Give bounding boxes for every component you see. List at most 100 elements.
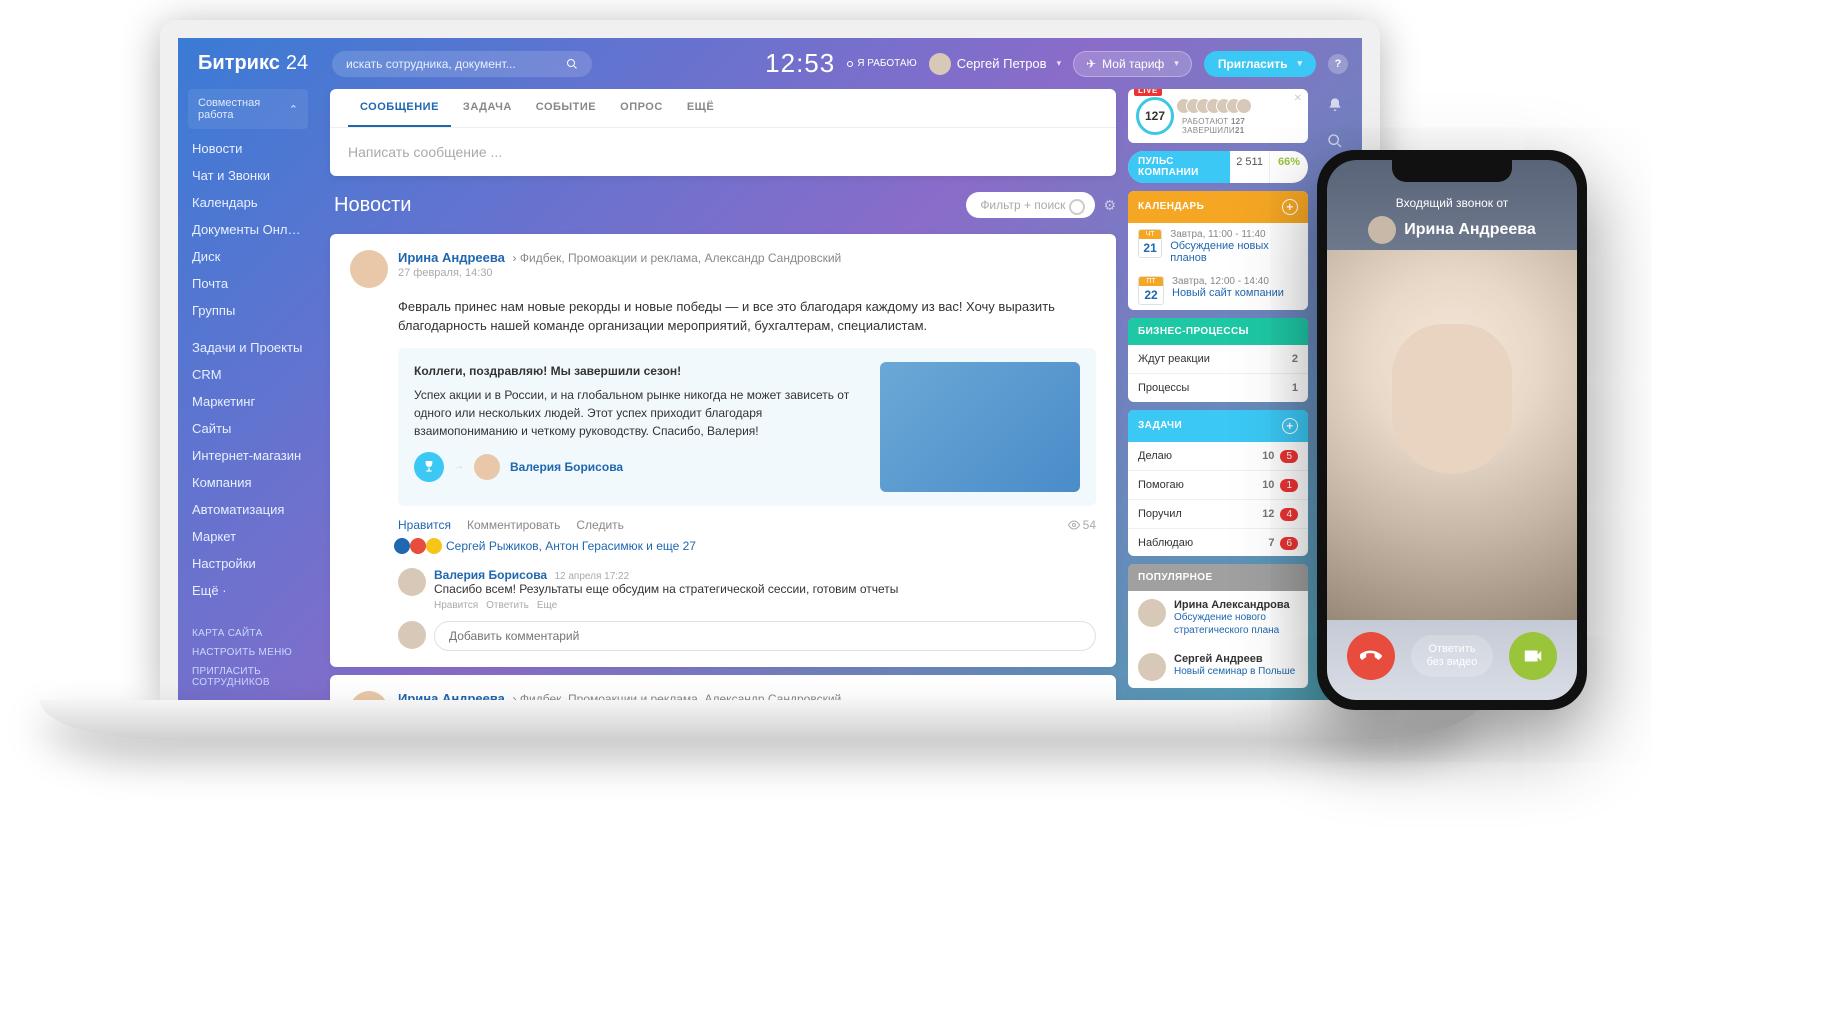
- sidebar-item[interactable]: Ещё ·: [178, 577, 318, 604]
- filter-input[interactable]: Фильтр + поиск: [966, 192, 1095, 218]
- sidebar-group-header[interactable]: Совместная работа ⌃: [188, 89, 308, 129]
- logo-suffix: 24: [286, 52, 308, 75]
- widget-title: КАЛЕНДАРЬ: [1138, 201, 1204, 212]
- rocket-icon: ✈: [1086, 57, 1096, 71]
- bp-widget: БИЗНЕС-ПРОЦЕССЫ Ждут реакции2Процессы1: [1128, 318, 1308, 402]
- attachment-text: Успех акции и в России, и на глобальном …: [414, 386, 864, 440]
- sidebar-item[interactable]: Новости: [178, 135, 318, 162]
- compose-tab[interactable]: ЗАДАЧА: [451, 89, 524, 127]
- answer-no-video-button[interactable]: Ответить без видео: [1411, 635, 1494, 677]
- bell-icon[interactable]: [1325, 95, 1345, 115]
- like-button[interactable]: Нравится: [398, 518, 451, 532]
- answer-video-button[interactable]: [1509, 632, 1557, 680]
- bp-row[interactable]: Ждут реакции2: [1128, 345, 1308, 374]
- sidebar-item[interactable]: Маркет: [178, 523, 318, 550]
- topbar: искать сотрудника, документ... 12:53 Я Р…: [318, 38, 1362, 89]
- close-icon[interactable]: ✕: [1294, 93, 1302, 104]
- avatar: [1236, 98, 1252, 114]
- trophy-icon: [414, 452, 444, 482]
- gear-icon[interactable]: ⚙: [1103, 197, 1116, 214]
- comment-text: Спасибо всем! Результаты еще обсудим на …: [434, 582, 1096, 596]
- decline-button[interactable]: [1347, 632, 1395, 680]
- comment-date: 12 апреля 17:22: [554, 571, 629, 582]
- comment-author[interactable]: Валерия Борисова: [434, 568, 547, 582]
- task-row[interactable]: Поручил124: [1128, 500, 1308, 529]
- reactions-bar[interactable]: Сергей Рыжиков, Антон Герасимюк и еще 27: [398, 538, 1096, 554]
- comment-reply[interactable]: Ответить: [486, 600, 529, 611]
- sidebar-item[interactable]: CRM: [178, 361, 318, 388]
- sidebar-item[interactable]: Документы Онлайн: [178, 216, 318, 243]
- bp-row[interactable]: Процессы1: [1128, 374, 1308, 402]
- compose-tab[interactable]: ЕЩЁ: [675, 89, 726, 127]
- chevron-down-icon: ▾: [1174, 58, 1179, 69]
- sidebar-item[interactable]: Автоматизация: [178, 496, 318, 523]
- feed-post: Ирина Андреева › Фидбек, Промоакции и ре…: [330, 675, 1116, 700]
- sidebar-item[interactable]: Настройки: [178, 550, 318, 577]
- task-row[interactable]: Делаю105: [1128, 442, 1308, 471]
- pulse-widget[interactable]: ПУЛЬС КОМПАНИИ 2 511 66%: [1128, 151, 1308, 183]
- comment-button[interactable]: Комментировать: [467, 518, 560, 532]
- follow-button[interactable]: Следить: [576, 518, 624, 532]
- avatar[interactable]: [398, 568, 426, 596]
- popular-item[interactable]: Ирина АлександроваОбсуждение нового стра…: [1128, 591, 1308, 645]
- post-categories[interactable]: › Фидбек, Промоакции и реклама, Александ…: [513, 251, 842, 265]
- avatar[interactable]: [474, 454, 500, 480]
- post-author[interactable]: Ирина Андреева: [398, 250, 505, 265]
- task-row[interactable]: Наблюдаю76: [1128, 529, 1308, 556]
- tariff-button[interactable]: ✈ Мой тариф ▾: [1073, 51, 1192, 77]
- comment-like[interactable]: Нравится: [434, 600, 478, 611]
- sidebar-item[interactable]: Компания: [178, 469, 318, 496]
- sidebar: Битрикс 24 Совместная работа ⌃ НовостиЧа…: [178, 38, 318, 700]
- badge-recipient[interactable]: Валерия Борисова: [510, 458, 623, 476]
- live-badge: LIVE: [1134, 89, 1162, 96]
- incoming-label: Входящий звонок от: [1337, 196, 1567, 210]
- post-text: Февраль принес нам новые рекорды и новые…: [398, 298, 1096, 336]
- help-icon[interactable]: ?: [1328, 54, 1348, 74]
- add-comment-input[interactable]: [434, 621, 1096, 651]
- post-categories[interactable]: › Фидбек, Промоакции и реклама, Александ…: [513, 692, 842, 700]
- feed-post: Ирина Андреева › Фидбек, Промоакции и ре…: [330, 234, 1116, 667]
- sidebar-item[interactable]: Маркетинг: [178, 388, 318, 415]
- add-icon[interactable]: +: [1282, 199, 1298, 215]
- compose-tab[interactable]: ОПРОС: [608, 89, 675, 127]
- sidebar-item[interactable]: Интернет-магазин: [178, 442, 318, 469]
- compose-tab[interactable]: СООБЩЕНИЕ: [348, 89, 451, 127]
- avatar[interactable]: [350, 250, 388, 288]
- reactions-text[interactable]: Сергей Рыжиков, Антон Герасимюк и еще 27: [446, 539, 696, 553]
- post-author[interactable]: Ирина Андреева: [398, 691, 505, 700]
- calendar-widget: КАЛЕНДАРЬ + ЧТ21Завтра, 11:00 - 11:40Обс…: [1128, 191, 1308, 310]
- invite-button[interactable]: Пригласить ▾: [1204, 51, 1316, 77]
- sidebar-item[interactable]: Группы: [178, 297, 318, 324]
- popular-item[interactable]: Сергей АндреевНовый семинар в Польше: [1128, 645, 1308, 688]
- sidebar-item[interactable]: Сайты: [178, 415, 318, 442]
- tasks-widget: ЗАДАЧИ + Делаю105Помогаю101Поручил124Наб…: [1128, 410, 1308, 556]
- sidebar-item[interactable]: Задачи и Проекты: [178, 334, 318, 361]
- current-user[interactable]: Сергей Петров ▾: [929, 53, 1061, 75]
- sidebar-item[interactable]: Диск: [178, 243, 318, 270]
- chevron-up-icon: ⌃: [289, 103, 298, 116]
- avatar[interactable]: [350, 691, 388, 700]
- logo[interactable]: Битрикс 24: [178, 48, 318, 89]
- avatar: [929, 53, 951, 75]
- sidebar-footer-link[interactable]: ПРИГЛАСИТЬ СОТРУДНИКОВ: [192, 662, 304, 692]
- live-count: 127: [1136, 97, 1174, 135]
- live-widget[interactable]: LIVE 127: [1128, 89, 1308, 143]
- add-icon[interactable]: +: [1282, 418, 1298, 434]
- search-icon[interactable]: [1325, 131, 1345, 151]
- attachment-image[interactable]: [880, 362, 1080, 492]
- sidebar-footer-link[interactable]: НАСТРОИТЬ МЕНЮ: [192, 643, 304, 662]
- chevron-down-icon: ▾: [1297, 58, 1302, 69]
- task-row[interactable]: Помогаю101: [1128, 471, 1308, 500]
- calendar-item[interactable]: ЧТ21Завтра, 11:00 - 11:40Обсуждение новы…: [1128, 223, 1308, 270]
- sidebar-item[interactable]: Почта: [178, 270, 318, 297]
- calendar-item[interactable]: ПТ22Завтра, 12:00 - 14:40Новый сайт комп…: [1128, 270, 1308, 310]
- sidebar-footer-link[interactable]: КАРТА САЙТА: [192, 624, 304, 643]
- search-input[interactable]: искать сотрудника, документ...: [332, 51, 592, 77]
- sidebar-item[interactable]: Календарь: [178, 189, 318, 216]
- comment-more[interactable]: Еще: [537, 600, 557, 611]
- compose-input[interactable]: Написать сообщение ...: [330, 128, 1116, 176]
- sidebar-item[interactable]: Чат и Звонки: [178, 162, 318, 189]
- work-status[interactable]: Я РАБОТАЮ: [847, 58, 916, 69]
- status-dot-icon: [847, 61, 853, 67]
- compose-tab[interactable]: СОБЫТИЕ: [524, 89, 608, 127]
